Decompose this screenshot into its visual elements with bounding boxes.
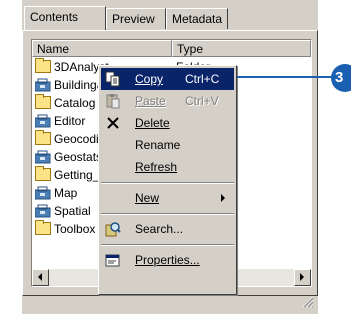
copy-icon [105,71,120,87]
item-name: Toolbox [54,222,96,236]
callout-step-badge: 3 [331,64,351,92]
toolbox-icon [34,204,51,218]
menu-item-properties[interactable]: Properties... [101,249,234,271]
folder-icon [35,166,51,181]
shortcut-copy: Ctrl+C [185,72,220,86]
menu-separator [101,213,234,215]
menu-label-properties: Properties... [135,253,200,267]
toolbox-icon [34,114,51,128]
paste-icon [106,94,120,109]
menu-item-new[interactable]: New [101,187,234,209]
delete-icon [107,117,119,129]
menu-separator [101,244,234,246]
properties-icon [105,254,120,267]
item-name: Catalog [54,96,96,110]
toolbox-icon [34,150,51,164]
list-header: Name Type [32,40,311,57]
tab-contents[interactable]: Contents [24,6,106,30]
column-header-type[interactable]: Type [172,40,311,57]
folder-icon [35,220,51,235]
menu-item-refresh[interactable]: Refresh [101,156,234,178]
menu-label-paste: Paste [135,94,166,108]
menu-label-refresh: Refresh [135,160,178,174]
scroll-right-arrow-icon [300,273,304,281]
menu-item-paste[interactable]: Paste Ctrl+V [101,90,234,112]
item-name: Map [54,186,78,200]
menu-item-rename[interactable]: Rename [101,134,234,156]
submenu-arrow-icon [221,194,225,202]
menu-separator [101,182,234,184]
folder-icon [35,130,51,145]
menu-label-delete: Delete [135,116,170,130]
search-icon [105,222,121,237]
menu-label-copy: Copy [135,72,164,86]
toolbox-icon [34,186,51,200]
callout-leader-line [237,76,332,78]
item-name: Spatial [54,204,91,218]
context-menu: Copy Ctrl+C Paste Ctrl+V Delete Rename R… [98,65,237,295]
menu-label-rename: Rename [135,138,181,152]
tab-preview[interactable]: Preview [106,8,166,29]
scroll-left-arrow-icon [38,273,42,281]
folder-icon [35,94,51,109]
column-header-name[interactable]: Name [32,40,172,57]
folder-icon [35,58,51,73]
menu-item-copy[interactable]: Copy Ctrl+C [101,68,234,90]
toolbox-icon [34,78,51,92]
scroll-right-button[interactable] [294,269,311,286]
item-name: Editor [54,114,86,128]
scroll-left-button[interactable] [32,269,49,286]
menu-label-search: Search... [135,222,184,236]
menu-label-new: New [135,191,160,205]
menu-item-search[interactable]: Search... [101,218,234,240]
tab-strip: Contents Preview Metadata [22,6,232,30]
tab-metadata[interactable]: Metadata [166,8,228,29]
resize-grip-icon[interactable] [302,296,314,308]
menu-item-delete[interactable]: Delete [101,112,234,134]
item-name: Geostats [54,150,103,164]
shortcut-paste: Ctrl+V [185,94,219,108]
